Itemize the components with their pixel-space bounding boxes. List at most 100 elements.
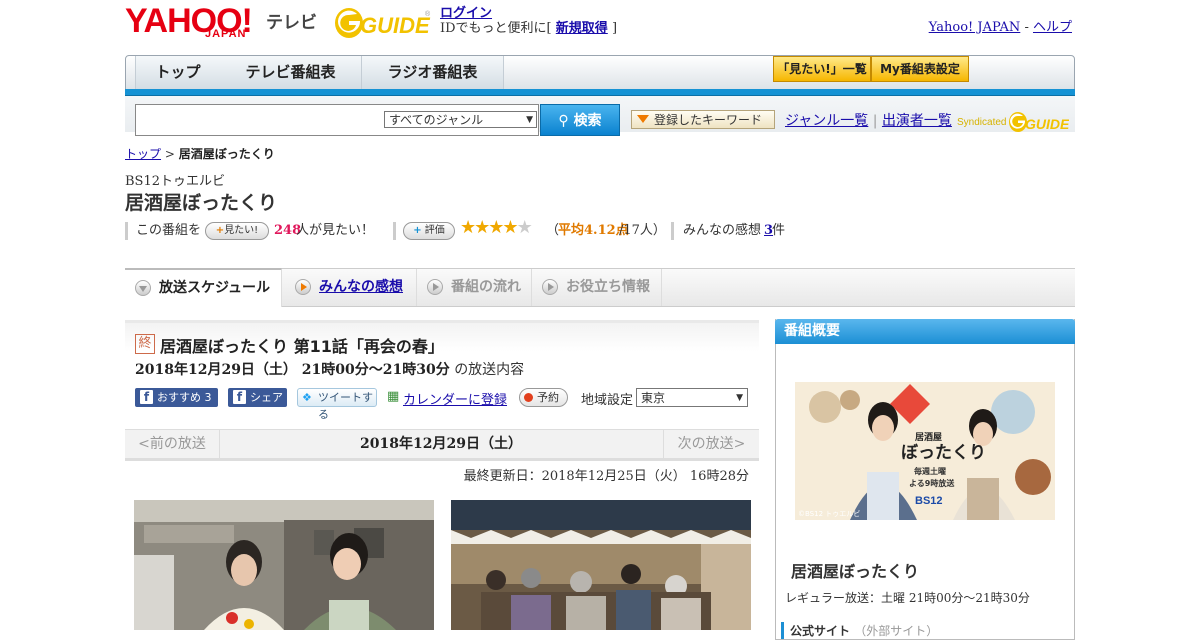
performer-list-link[interactable]: 出演者一覧 bbox=[882, 113, 952, 129]
last-updated: 最終更新日：2018年12月25日（火） 16時28分 bbox=[463, 469, 749, 484]
poster-schedule-time: よる9時放送 bbox=[909, 478, 955, 488]
divider-bar bbox=[671, 222, 674, 240]
search-links: ジャンル一覧 | 出演者一覧 bbox=[785, 110, 952, 130]
genre-select[interactable]: すべてのジャンル ▼ bbox=[384, 111, 537, 128]
facebook-share-button[interactable]: シェア bbox=[228, 388, 287, 407]
tab-program-flow[interactable]: 番組の流れ bbox=[417, 269, 532, 306]
regular-broadcast-info: レギュラー放送：土曜 21時00分～21時30分 bbox=[785, 591, 1030, 605]
final-episode-badge: 終 bbox=[135, 334, 155, 354]
reviews-label: みんなの感想 bbox=[683, 223, 762, 238]
want-list-button[interactable]: 「見たい!」一覧 bbox=[773, 56, 871, 82]
tab-label: 番組の流れ bbox=[451, 279, 521, 295]
want-button-label: 見たい! bbox=[224, 225, 259, 236]
tab-top[interactable]: トップ bbox=[135, 56, 221, 89]
star-filled-icon: ★ bbox=[474, 217, 490, 238]
play-arrow-icon bbox=[295, 279, 311, 295]
next-broadcast-link[interactable]: 次の放送> bbox=[663, 430, 759, 458]
star-empty-icon: ★ bbox=[516, 217, 533, 238]
content-tabs: 放送スケジュール みんなの感想 番組の流れ お役立ち情報 bbox=[125, 268, 1075, 307]
svg-text:GUIDE: GUIDE bbox=[1025, 116, 1069, 132]
star-filled-icon: ★ bbox=[460, 217, 476, 238]
official-site-note: （外部サイト） bbox=[854, 624, 939, 638]
syndicated-gguide-badge: Syndicated GUIDE bbox=[957, 111, 1070, 133]
region-label: 地域設定 bbox=[581, 393, 634, 408]
breadcrumb-separator: > bbox=[164, 147, 175, 161]
official-site-label: 公式サイト bbox=[790, 624, 851, 638]
tab-broadcast-schedule[interactable]: 放送スケジュール bbox=[125, 268, 282, 307]
chevron-down-icon: ▼ bbox=[736, 393, 743, 403]
want-button[interactable]: +見たい! bbox=[205, 222, 269, 240]
calendar-icon: ▦ bbox=[387, 389, 400, 404]
gguide-logo[interactable]: GUIDE ® bbox=[335, 6, 433, 40]
divider-bar bbox=[393, 222, 396, 240]
login-area: ログイン IDでもっと便利に[ 新規取得 ] bbox=[440, 6, 617, 36]
tab-reviews[interactable]: みんなの感想 bbox=[285, 269, 417, 306]
tab-tv-schedule[interactable]: テレビ番組表 bbox=[220, 56, 362, 89]
tab-useful-info[interactable]: お役立ち情報 bbox=[532, 269, 662, 306]
station-name: BS12トゥエルビ bbox=[125, 174, 226, 189]
poster-credit: ©BS12 トゥエルビ bbox=[798, 509, 860, 518]
search-button[interactable]: ⚲ 検索 bbox=[540, 104, 620, 136]
episode-datetime: 2018年12月29日（土） 21時00分～21時30分 の放送内容 bbox=[135, 359, 524, 379]
svg-text:®: ® bbox=[425, 10, 431, 18]
syndicated-label: Syndicated bbox=[957, 117, 1007, 128]
divider-bar bbox=[125, 222, 128, 240]
link-divider: | bbox=[872, 113, 878, 129]
share-row: おすすめ 3 シェア ❖ ツイートする ▦ カレンダーに登録 予約 地域設定 東… bbox=[135, 388, 755, 421]
episode-photo-izakaya[interactable] bbox=[451, 500, 751, 630]
breadcrumb-top-link[interactable]: トップ bbox=[125, 147, 161, 161]
svg-text:GUIDE: GUIDE bbox=[360, 13, 431, 38]
tweet-button[interactable]: ❖ ツイートする bbox=[297, 388, 377, 421]
plus-icon: + bbox=[215, 225, 225, 236]
search-button-label: 検索 bbox=[573, 113, 602, 129]
reviews-suffix: 件 bbox=[772, 223, 786, 238]
login-prompt-close: ] bbox=[611, 21, 618, 36]
registered-keyword-label: 登録したキーワード bbox=[654, 113, 763, 127]
chevron-down-icon: ▼ bbox=[526, 115, 533, 125]
tab-label: 放送スケジュール bbox=[159, 280, 271, 296]
reserve-button[interactable]: 予約 bbox=[519, 388, 568, 407]
poster-title-small: 居酒屋 bbox=[915, 431, 942, 443]
region-select[interactable]: 東京 ▼ bbox=[636, 388, 748, 407]
triangle-down-icon bbox=[637, 115, 649, 123]
tab-label[interactable]: みんなの感想 bbox=[319, 279, 403, 295]
help-link[interactable]: ヘルプ bbox=[1033, 20, 1072, 35]
login-link[interactable]: ログイン bbox=[440, 6, 492, 21]
twitter-icon: ❖ bbox=[302, 391, 312, 404]
breadcrumb-current: 居酒屋ぼったくり bbox=[178, 147, 275, 161]
top-links: Yahoo! JAPAN - ヘルプ bbox=[929, 16, 1072, 35]
chevron-down-icon bbox=[135, 280, 151, 296]
facebook-recommend-button[interactable]: おすすめ 3 bbox=[135, 388, 218, 407]
poster-schedule: 毎週土曜 bbox=[914, 466, 946, 476]
official-site-heading[interactable]: 公式サイト （外部サイト） bbox=[781, 622, 938, 639]
program-overview-header: 番組概要 bbox=[775, 319, 1075, 344]
region-select-value: 東京 bbox=[641, 391, 666, 405]
top-links-separator: - bbox=[1024, 20, 1029, 35]
play-arrow-icon bbox=[427, 279, 443, 295]
my-schedule-button[interactable]: My番組表設定 bbox=[871, 56, 969, 82]
calendar-link[interactable]: カレンダーに登録 bbox=[403, 389, 507, 408]
rating-button[interactable]: + 評価 bbox=[403, 222, 455, 240]
program-info-line: この番組を +見たい! 248 人が見たい！ + 評価 ★★★★★ （ 平均4.… bbox=[125, 219, 825, 240]
episode-title: 居酒屋ぼったくり 第11話「再会の春」 bbox=[160, 337, 444, 356]
rating-button-label: 評価 bbox=[424, 225, 445, 236]
star-filled-icon: ★ bbox=[502, 217, 518, 238]
registered-keyword-button[interactable]: 登録したキーワード bbox=[631, 110, 775, 129]
tab-radio-schedule[interactable]: ラジオ番組表 bbox=[362, 56, 504, 89]
plus-icon: + bbox=[413, 225, 422, 236]
want-suffix: 人が見たい！ bbox=[296, 223, 375, 238]
prev-broadcast-link[interactable]: <前の放送 bbox=[125, 430, 220, 458]
yahoo-japan-link[interactable]: Yahoo! JAPAN bbox=[929, 20, 1021, 35]
episode-photo-kitchen[interactable] bbox=[134, 500, 434, 630]
page-title: 居酒屋ぼったくり bbox=[125, 192, 278, 214]
episode-date: 2018年12月29日（土） 21時00分～21時30分 bbox=[135, 362, 450, 378]
star-filled-icon: ★ bbox=[488, 217, 504, 238]
signup-link[interactable]: 新規取得 bbox=[556, 21, 608, 36]
play-arrow-icon bbox=[542, 279, 558, 295]
genre-select-value: すべてのジャンル bbox=[389, 113, 484, 127]
genre-list-link[interactable]: ジャンル一覧 bbox=[785, 113, 868, 129]
search-icon: ⚲ bbox=[558, 113, 569, 129]
sidebar-program-title: 居酒屋ぼったくり bbox=[791, 562, 920, 581]
tv-service-label: テレビ bbox=[266, 13, 317, 32]
broadcast-date: 2018年12月29日（土） bbox=[360, 436, 522, 452]
